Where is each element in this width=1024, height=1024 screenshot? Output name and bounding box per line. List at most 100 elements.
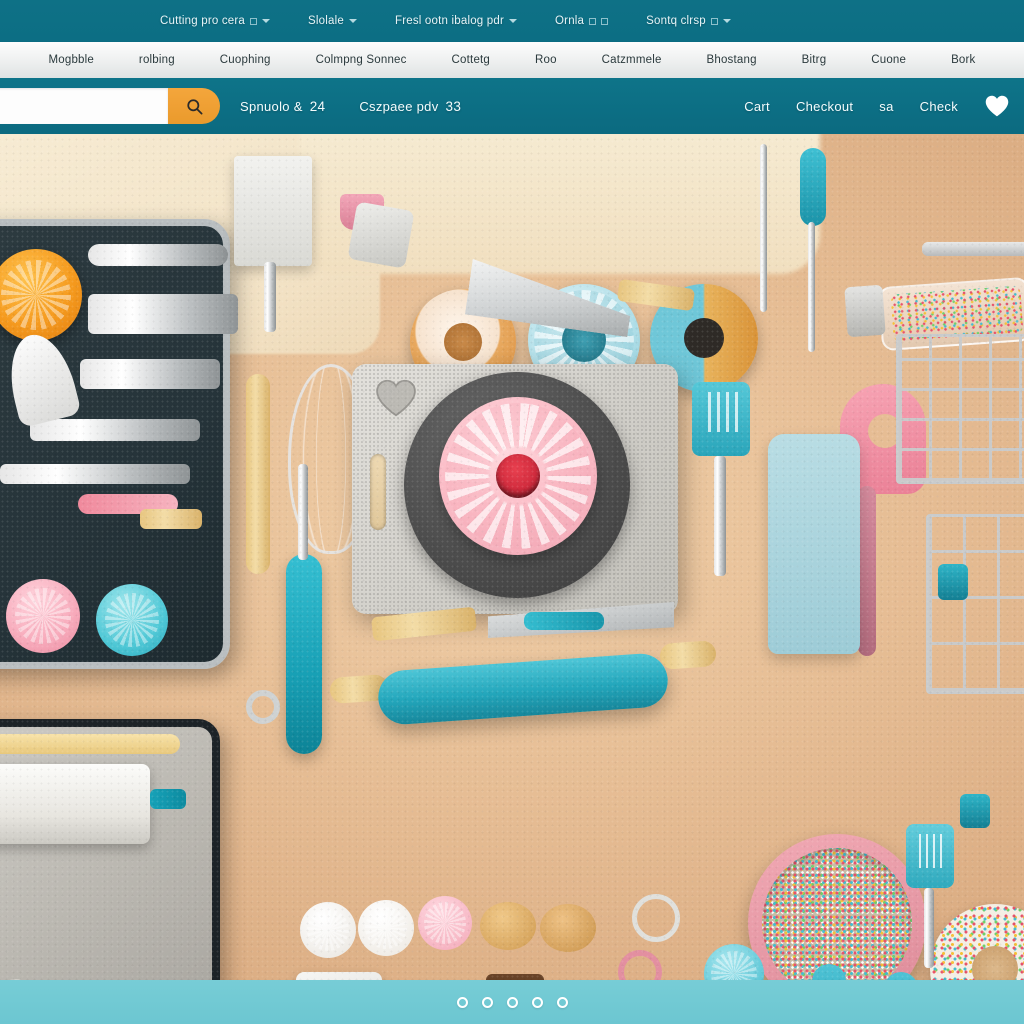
hero-dark-cake-plate	[404, 372, 630, 598]
main-navigation: Mogbble rolbing Cuophing Colmpng Sonnec …	[0, 42, 1024, 78]
top-item-4[interactable]: Ornla	[555, 15, 609, 27]
top-item-3[interactable]: Fresl ootn ibalog pdr	[394, 15, 518, 27]
hero-bench-scraper	[234, 156, 312, 266]
nav-item-10[interactable]: Bork	[929, 54, 998, 66]
top-item-5[interactable]: Sontq clrsp	[646, 15, 731, 27]
hero-piping-tip-3	[80, 359, 220, 389]
nav-item-9[interactable]: Cuone	[849, 54, 929, 66]
hero-piping-tip-1	[88, 244, 228, 266]
search-input[interactable]	[0, 88, 168, 124]
header-link-samples-label: Spnuolo &	[240, 98, 303, 114]
hero-cookie-cutter-rings	[632, 894, 680, 942]
hero-rolling-pin-body	[0, 764, 150, 844]
hero-board-handle-slot	[370, 454, 386, 530]
hero-heart-cutout-icon	[376, 379, 416, 417]
top-item-2[interactable]: Slolale	[308, 15, 357, 27]
search-button[interactable]	[168, 88, 220, 124]
carousel-footer	[0, 980, 1024, 1024]
chevron-down-icon	[509, 19, 518, 23]
header-link-compare-label: Cszpaee pdv	[359, 98, 439, 114]
nav-item-6[interactable]: Catzmmele	[579, 54, 684, 66]
hero-pink-cake	[439, 397, 597, 555]
heart-icon[interactable]	[984, 94, 1010, 118]
hero-cupcake-3-pink	[418, 896, 472, 950]
header-link-compare-count: 33	[445, 98, 462, 114]
hero-pink-scraper-handle	[858, 486, 876, 656]
hero-skewer-long	[760, 144, 767, 312]
hero-cart-wheel-bottom	[960, 794, 990, 828]
checkout-link[interactable]: Checkout	[796, 99, 853, 114]
search-container	[0, 88, 220, 124]
nav-item-7[interactable]: Bhostang	[684, 54, 779, 66]
page-root: Cutting pro cera Slolale Fresl ootn ibal…	[0, 0, 1024, 1024]
hero-blue-cutting-tag	[768, 434, 860, 654]
hero-measuring-scoop	[296, 972, 382, 980]
hero-rolling-pin-right-handle	[659, 640, 717, 670]
header-link-sa[interactable]: sa	[879, 99, 893, 114]
header-link-samples[interactable]: Spnuolo & 24	[240, 99, 325, 114]
hero-piping-tip-4	[30, 419, 200, 441]
chevron-down-icon	[722, 19, 731, 23]
hero-metal-ring	[246, 690, 280, 724]
hero-cart-wheel-top	[938, 564, 968, 600]
hero-pink-frosting-swirl	[6, 579, 80, 653]
hero-slotted-turner-slots	[702, 392, 740, 432]
hero-cutting-board	[352, 364, 678, 614]
hero-cookie-press	[347, 201, 415, 269]
hero-bread-knife-handle	[524, 612, 604, 630]
hero-teal-spatula-handle	[286, 554, 322, 754]
carousel-dot-2[interactable]	[481, 996, 493, 1008]
top-item-3-label: Fresl ootn ibalog pdr	[394, 15, 505, 27]
hero-whisk-handle	[246, 374, 270, 574]
hero-light-baking-tray	[0, 719, 220, 980]
hero-skewer-teal-handle	[800, 148, 826, 226]
top-utility-bar: Cutting pro cera Slolale Fresl ootn ibal…	[0, 0, 1024, 42]
hero-shopping-cart-basket-lower	[926, 514, 1024, 694]
hero-shopping-cart-basket-top	[922, 242, 1024, 256]
hero-piping-tip-5	[0, 464, 190, 484]
grid-icon	[589, 17, 597, 25]
carousel-dots	[456, 996, 568, 1008]
chevron-down-icon	[262, 19, 271, 23]
chevron-down-icon	[348, 19, 357, 23]
cart-link[interactable]: Cart	[744, 99, 770, 114]
nav-item-5[interactable]: Roo	[513, 54, 580, 66]
hero-banner[interactable]: Flat-lay photograph of assorted baking s…	[0, 134, 1024, 980]
nav-list: Mogbble rolbing Cuophing Colmpng Sonnec …	[0, 54, 1024, 66]
header-account-actions: Cart Checkout sa Check	[744, 78, 1018, 134]
nav-item-1[interactable]: rolbing	[116, 54, 197, 66]
carousel-dot-3[interactable]	[506, 996, 518, 1008]
nav-item-8[interactable]: Bitrg	[779, 54, 849, 66]
hero-teal-spatula-bottom-handle	[924, 888, 934, 968]
hero-wood-handle-tool	[140, 509, 202, 529]
hero-sprinkle-jar-lid	[844, 284, 886, 338]
carousel-dot-1[interactable]	[456, 996, 468, 1008]
top-item-1[interactable]: Cutting pro cera	[160, 15, 271, 27]
nav-item-3[interactable]: Colmpng Sonnec	[293, 54, 429, 66]
hero-teal-frosting-swirl	[96, 584, 168, 656]
hero-rolling-pin-knob	[150, 789, 186, 809]
header-link-compare[interactable]: Cszpaee pdv 33	[359, 99, 461, 114]
hero-cupcake-2	[358, 900, 414, 956]
top-item-5-label: Sontq clrsp	[646, 15, 706, 27]
grid-icon	[250, 17, 258, 25]
grid-icon	[710, 17, 718, 25]
nav-item-0[interactable]: Mogbble	[26, 54, 116, 66]
hero-teal-spatula-bottom-slots	[914, 834, 944, 868]
hero-cookie-1	[480, 902, 536, 950]
carousel-dot-4[interactable]	[531, 996, 543, 1008]
nav-item-4[interactable]: Cottetg	[429, 54, 512, 66]
search-icon	[186, 98, 202, 114]
carousel-dot-5[interactable]	[556, 996, 568, 1008]
check-link[interactable]: Check	[920, 99, 958, 114]
nav-item-2[interactable]: Cuophing	[197, 54, 293, 66]
hero-piping-tip-2	[88, 294, 238, 334]
hero-donut-sprinkled-hole	[444, 323, 482, 361]
hero-bench-scraper-handle	[264, 262, 276, 332]
hero-donut-half-glazed-hole	[684, 318, 724, 358]
hero-teal-spatula-shaft	[298, 464, 308, 560]
hero-slotted-turner-handle	[714, 456, 726, 576]
hero-skewer-shaft	[808, 222, 815, 352]
hero-cake-center-hole	[496, 454, 540, 498]
header-link-samples-count: 24	[309, 98, 326, 114]
